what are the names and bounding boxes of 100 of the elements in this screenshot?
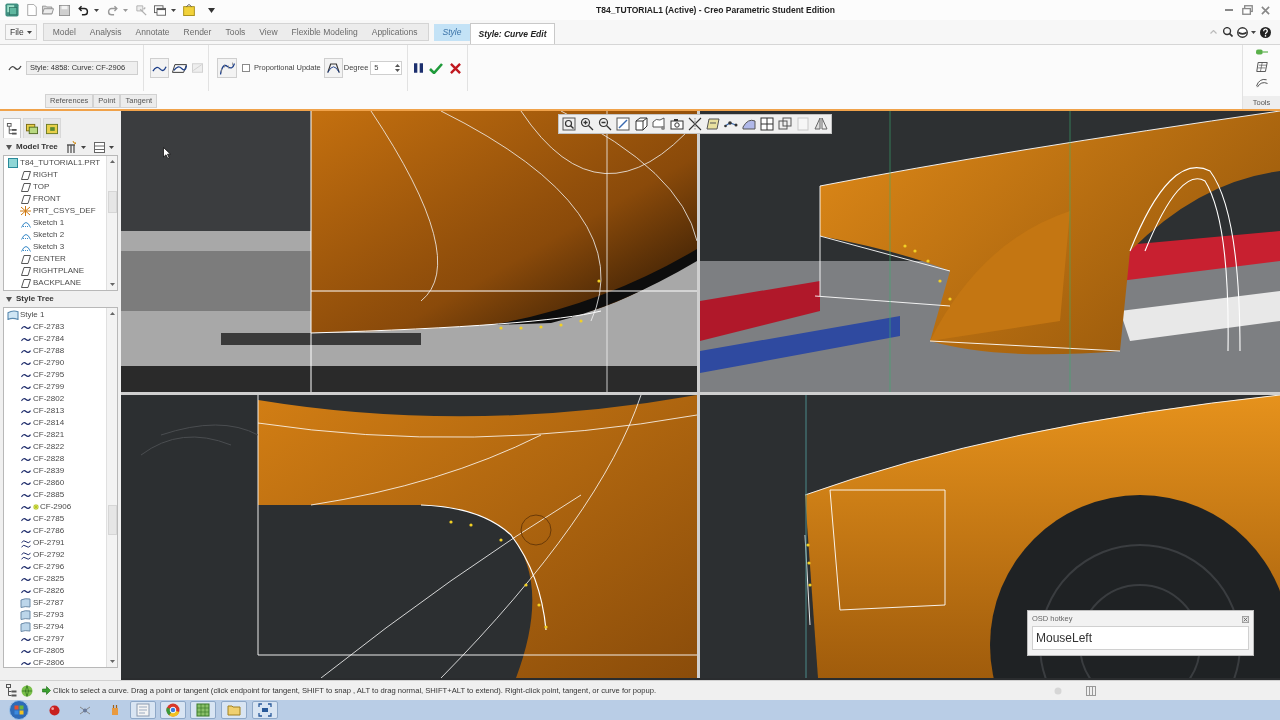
cross-dot-icon[interactable] [79,704,91,716]
caret-icon[interactable] [26,30,32,34]
tree-item[interactable]: SF-2787 [33,597,64,609]
caret-icon[interactable] [1251,30,1256,34]
cross-lines-icon[interactable] [688,117,702,131]
taskbar-button[interactable] [252,701,278,719]
capture-icon[interactable] [258,703,272,717]
tree-item[interactable]: CF-2790 [33,357,65,369]
scroll-up-icon[interactable] [109,312,115,315]
tree-item[interactable]: Sketch 2 [33,229,65,241]
customize-caret-icon[interactable] [208,7,215,13]
ribbon-tab[interactable]: Tools [219,24,252,40]
caret-icon[interactable] [80,145,86,149]
save-icon[interactable] [59,4,70,16]
ribbon-tab[interactable]: Model [46,24,82,40]
tree-item[interactable]: CF-2860 [33,477,65,489]
cancel-icon[interactable] [450,62,462,74]
grid-surface-icon[interactable] [1255,62,1268,72]
expanded-triangle-icon[interactable] [6,144,12,150]
restore-icon[interactable] [1242,5,1253,15]
help-icon[interactable] [1260,26,1271,38]
tree-item[interactable]: RIGHTPLANE [33,265,85,277]
tree-item[interactable]: CF-2788 [33,345,65,357]
caret-icon[interactable] [94,8,99,12]
tree-item[interactable]: CF-2796 [33,561,65,573]
open-folder-icon[interactable] [42,5,54,15]
curves-icon[interactable] [1255,78,1268,88]
list-icon[interactable] [93,141,105,153]
curvature-button[interactable] [217,58,237,78]
tree-columns-icon[interactable] [64,141,77,153]
curve-tool-button[interactable] [150,58,169,78]
toggle-icon[interactable] [1255,49,1268,55]
pause-icon[interactable] [414,63,424,73]
zoom-out-icon[interactable] [598,117,612,131]
tree-item[interactable]: OF-2791 [33,537,65,549]
tree-item[interactable]: CF-2802 [33,393,65,405]
taskbar-button[interactable] [190,701,216,719]
tree-item[interactable]: CF-2783 [33,321,65,333]
tree-item[interactable]: CF-2795 [33,369,65,381]
tree-item[interactable]: Style 1 [20,309,45,321]
tree-item[interactable]: T84_TUTORIAL1.PRT [20,157,101,169]
scrollbar[interactable] [106,156,117,290]
tree-item[interactable]: CENTER [33,253,66,265]
ribbon-tab[interactable]: Style [433,23,471,41]
camera-icon[interactable] [670,117,684,131]
tree-item[interactable]: CF-2825 [33,573,65,585]
expanded-triangle-icon[interactable] [6,296,12,302]
ribbon-tab[interactable]: Analysis [83,24,128,40]
spin-up-icon[interactable] [395,64,401,67]
scrollbar[interactable] [106,308,117,667]
ribbon-tab[interactable]: Annotate [129,24,176,40]
cube-icon[interactable] [634,117,648,131]
checkmark-icon[interactable] [429,62,444,74]
plane-display-icon[interactable] [706,117,720,131]
scroll-thumb[interactable] [107,505,117,535]
tree-item[interactable]: Sketch 1 [33,217,65,229]
scroll-down-icon[interactable] [109,660,115,663]
tree-item[interactable]: CF-2785 [33,513,65,525]
globe-icon[interactable] [21,684,33,697]
spin-down-icon[interactable] [395,69,401,72]
checkbox[interactable] [242,64,250,72]
scroll-down-icon[interactable] [109,283,115,286]
tree-item[interactable]: CF-2786 [33,525,65,537]
close-icon[interactable] [1261,5,1270,15]
tree-item[interactable]: PRT_CSYS_DEF [33,205,96,217]
tree-item[interactable]: CF-2828 [33,453,65,465]
scroll-up-icon[interactable] [109,160,115,163]
navigator-tab[interactable] [23,118,41,138]
tree-item[interactable]: CF-2806 [33,657,65,667]
ribbon-tab[interactable]: View [253,24,284,40]
undo-icon[interactable] [78,4,89,16]
scroll-thumb[interactable] [107,191,117,213]
mirror-icon[interactable] [814,117,828,131]
tree-item[interactable]: CF-2784 [33,333,65,345]
navigator-tab[interactable] [3,118,21,138]
tree-item[interactable]: CF-2813 [33,405,65,417]
tree-item[interactable]: SF-2794 [33,621,64,633]
tree-structure-icon[interactable] [6,684,17,697]
tree-item[interactable]: CF-2826 [33,585,65,597]
window-split-icon[interactable] [760,117,774,131]
ribbon-tab[interactable]: File [5,24,37,40]
navigator-tab[interactable] [43,118,61,138]
ribbon-tab[interactable]: Render [177,24,218,40]
repaint-icon[interactable] [616,117,630,131]
app-icon[interactable] [5,3,19,17]
circle-logo-icon[interactable] [166,703,180,717]
tree-item[interactable]: CF-2839 [33,465,65,477]
tree-item[interactable]: BACKPLANE [33,277,82,289]
windows-icon[interactable] [154,4,166,16]
close-icon[interactable] [1242,615,1249,623]
columns-icon[interactable] [1086,685,1096,696]
tree-item[interactable]: CF-2797 [33,633,65,645]
surface-patch-icon[interactable] [742,117,756,131]
hat-icon[interactable] [1237,26,1248,38]
start-orb-icon[interactable] [9,700,29,720]
tree-item[interactable]: CF-2885 [33,489,65,501]
tree-item[interactable]: CF-2799 [33,381,65,393]
tree-item[interactable]: CF-2906 [40,501,72,513]
zoom-fit-icon[interactable] [562,117,576,131]
taskbar-button[interactable] [160,701,186,719]
